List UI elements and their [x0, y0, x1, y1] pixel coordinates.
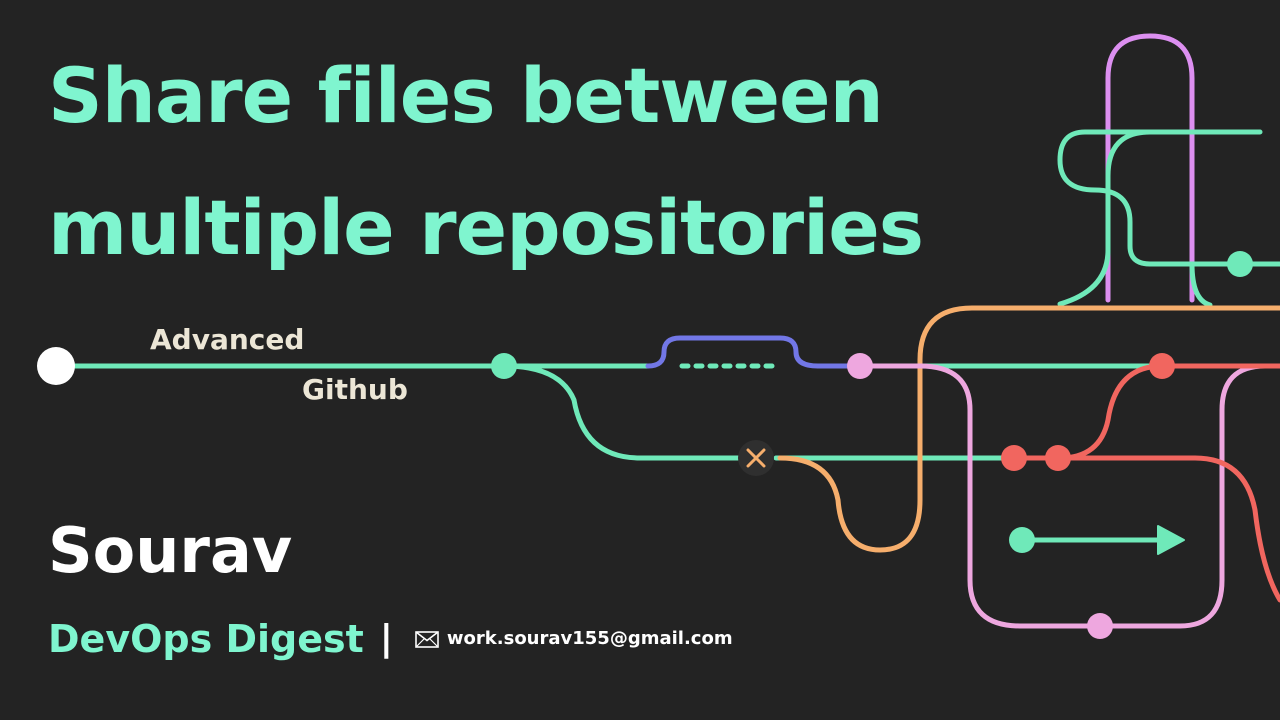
- branch-red: [1011, 363, 1280, 461]
- branch-green-lower: [501, 363, 753, 461]
- branch-purple: [1105, 33, 1195, 303]
- node-pink-1: [847, 353, 873, 379]
- branch-pink: [857, 363, 1280, 629]
- branch-red-lower: [1057, 455, 1280, 603]
- separator: |: [379, 618, 393, 659]
- node-red-3: [1045, 445, 1071, 471]
- title-line-2: multiple repositories: [48, 183, 924, 272]
- author-name: Sourav: [48, 514, 293, 587]
- branch-orange: [777, 305, 1280, 553]
- thumbnail: Share files between multiple repositorie…: [0, 0, 1280, 720]
- node-green-1: [491, 353, 517, 379]
- title-line-1: Share files between: [48, 51, 884, 140]
- brand-row: DevOps Digest | work.sourav155@gmail.com: [48, 614, 733, 664]
- brand-name: DevOps Digest: [48, 617, 364, 661]
- branch-green-hook: [1057, 129, 1280, 267]
- email-address: work.sourav155@gmail.com: [446, 628, 733, 649]
- node-green-2: [1227, 251, 1253, 277]
- branch-blue: [645, 335, 863, 369]
- node-red-2: [1001, 445, 1027, 471]
- node-start: [37, 347, 75, 385]
- arrow-head: [1157, 525, 1185, 555]
- branch-green-drop: [1189, 261, 1213, 308]
- node-red-1: [1149, 353, 1175, 379]
- tagline-advanced: Advanced: [150, 323, 305, 356]
- node-pink-2: [1087, 613, 1113, 639]
- envelope-icon: [415, 630, 439, 648]
- branch-green-upper: [1057, 129, 1263, 307]
- tagline-github: Github: [302, 373, 408, 406]
- x-icon: [738, 440, 774, 476]
- node-green-3: [1009, 527, 1035, 553]
